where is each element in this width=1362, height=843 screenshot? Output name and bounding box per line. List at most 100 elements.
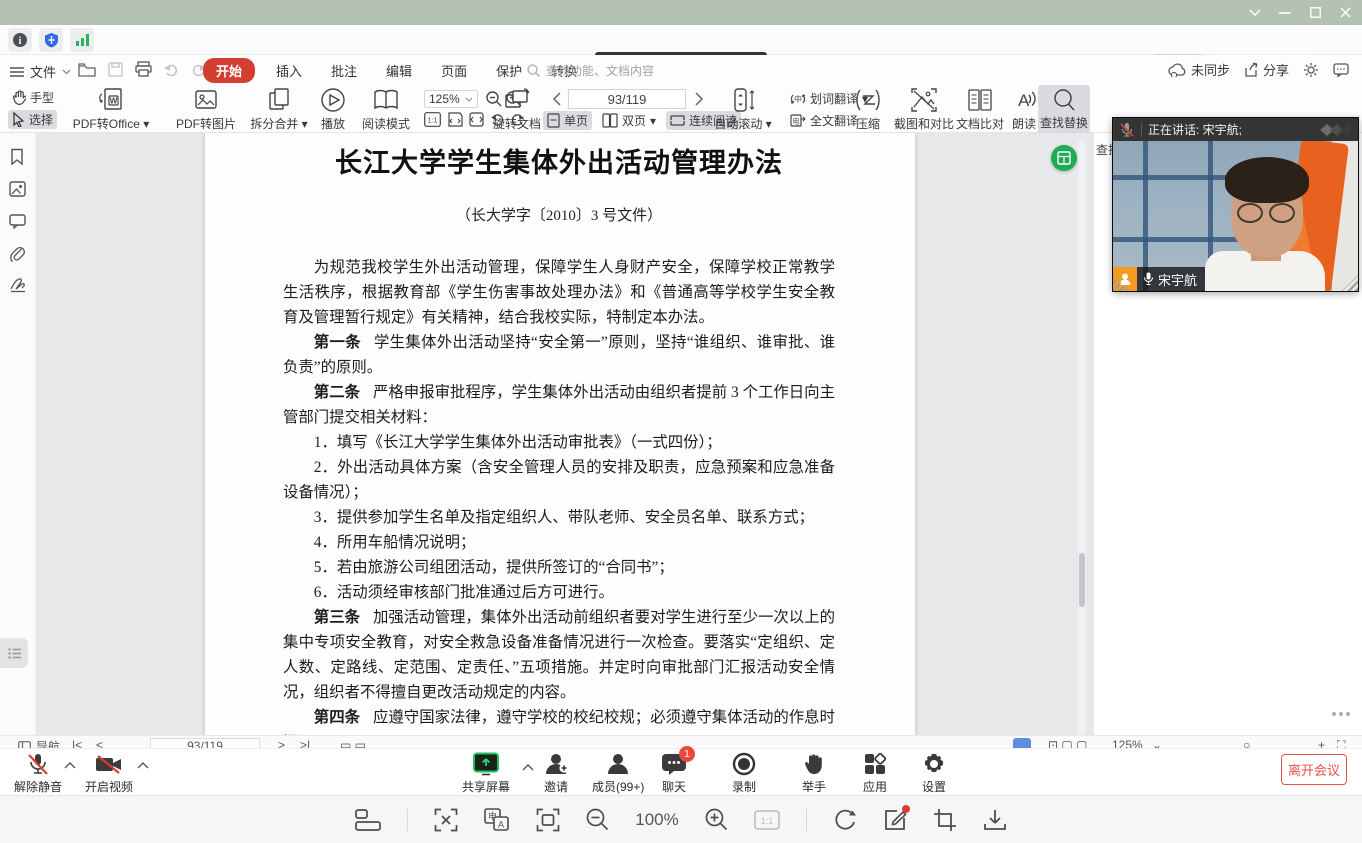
bookmark-icon[interactable] bbox=[9, 148, 25, 166]
share-options-chevron[interactable] bbox=[522, 764, 534, 771]
mic-options-chevron[interactable] bbox=[64, 762, 76, 769]
prev-page-icon[interactable] bbox=[552, 92, 562, 106]
next-page-icon[interactable] bbox=[694, 92, 704, 106]
thumbnail-image-icon[interactable] bbox=[9, 181, 26, 197]
video-panel-header[interactable]: 正在讲话: 宋宇航; bbox=[1113, 118, 1358, 141]
hand-tool[interactable]: 手型 bbox=[8, 88, 58, 107]
apps-button[interactable]: 应用 bbox=[863, 752, 887, 795]
rotate-doc-button[interactable]: 旋转文档 bbox=[488, 87, 546, 132]
zoom-out-icon[interactable] bbox=[586, 808, 609, 831]
network-signal-icon[interactable] bbox=[70, 28, 94, 52]
tab-edit[interactable]: 编辑 bbox=[378, 58, 420, 83]
chevron-down-icon[interactable] bbox=[62, 69, 71, 75]
select-tool[interactable]: 选择 bbox=[8, 110, 57, 129]
auto-scroll-button[interactable]: 自动滚动 ▾ bbox=[712, 87, 774, 132]
comment-icon[interactable] bbox=[9, 214, 26, 229]
doc-compare-button[interactable]: 文档比对 bbox=[952, 87, 1008, 132]
start-video-button[interactable]: 开启视频 bbox=[85, 753, 133, 795]
pdf-to-office-button[interactable]: W PDF转Office ▾ bbox=[70, 87, 152, 132]
close-icon[interactable] bbox=[1330, 0, 1360, 25]
leave-meeting-button[interactable]: 离开会议 bbox=[1281, 754, 1347, 785]
first-page-icon[interactable]: |< bbox=[72, 738, 82, 748]
settings-button[interactable]: 设置 bbox=[922, 752, 946, 795]
tab-protect[interactable]: 保护 bbox=[488, 58, 530, 83]
fit-page-icon[interactable] bbox=[468, 112, 485, 127]
video-options-chevron[interactable] bbox=[137, 762, 149, 769]
chevron-down-icon[interactable] bbox=[1240, 0, 1270, 25]
tab-comment[interactable]: 批注 bbox=[323, 58, 365, 83]
prev-page-status-icon[interactable]: < bbox=[96, 738, 103, 748]
edit-button[interactable] bbox=[883, 808, 907, 832]
document-canvas[interactable]: 长江大学学生集体外出活动管理办法 （长大学字〔2010〕3 号文件） 为规范我校… bbox=[36, 133, 1093, 735]
signature-icon[interactable] bbox=[9, 276, 27, 293]
rotate-icon[interactable] bbox=[833, 808, 857, 832]
members-button[interactable]: 成员(99+) bbox=[592, 752, 644, 795]
chat-button[interactable]: 1 聊天 bbox=[661, 752, 687, 795]
document-scrollbar[interactable] bbox=[1078, 141, 1086, 735]
docs-assistant-button[interactable] bbox=[1051, 145, 1077, 171]
fit-screen-icon[interactable] bbox=[536, 808, 560, 832]
status-magnifier-icon[interactable]: ○ bbox=[1243, 738, 1250, 748]
double-page-button[interactable]: 双页 ▾ bbox=[598, 111, 660, 130]
attachment-icon[interactable] bbox=[9, 245, 25, 262]
find-replace-button[interactable]: 查找替换 bbox=[1038, 85, 1090, 135]
read-aloud-button[interactable]: A 朗读 bbox=[1006, 87, 1042, 132]
participant-video[interactable]: 宋宇航 bbox=[1113, 141, 1358, 291]
print-icon[interactable] bbox=[135, 61, 152, 77]
view-mode-icons[interactable]: ▭ ▭ bbox=[340, 738, 366, 748]
pdf-to-image-button[interactable]: PDF转图片 bbox=[168, 87, 244, 132]
invite-button[interactable]: 邀请 bbox=[543, 752, 569, 795]
sync-status[interactable]: 未同步 bbox=[1168, 60, 1230, 79]
page-indicator-input[interactable]: 93/119 bbox=[568, 89, 686, 109]
save-icon[interactable] bbox=[108, 62, 123, 77]
status-zoom-dropdown[interactable]: ⌄ bbox=[1152, 738, 1162, 748]
tab-insert[interactable]: 插入 bbox=[268, 58, 310, 83]
hamburger-icon[interactable] bbox=[10, 67, 24, 77]
unmute-button[interactable]: 解除静音 bbox=[14, 753, 62, 795]
comment-bubble-icon[interactable] bbox=[1333, 63, 1349, 77]
pdf-page[interactable]: 长江大学学生集体外出活动管理办法 （长大学字〔2010〕3 号文件） 为规范我校… bbox=[205, 133, 915, 735]
meeting-info-icon[interactable]: i bbox=[8, 28, 32, 52]
viewer-zoom-level[interactable]: 100% bbox=[635, 810, 678, 830]
status-zoom-in-icon[interactable]: + bbox=[1318, 738, 1325, 748]
play-mode-icon[interactable] bbox=[1013, 738, 1031, 748]
status-page-indicator[interactable]: 93/119 bbox=[150, 738, 260, 748]
read-mode-button[interactable]: 阅读模式 bbox=[356, 87, 416, 132]
security-shield-icon[interactable] bbox=[39, 28, 63, 52]
status-view-icons[interactable]: ⊡ ▢ ▢ bbox=[1048, 738, 1087, 748]
menu-search[interactable]: 查找功能、文档内容 bbox=[527, 62, 654, 79]
play-button[interactable]: 播放 bbox=[314, 87, 352, 132]
tab-page[interactable]: 页面 bbox=[433, 58, 475, 83]
minimize-icon[interactable] bbox=[1270, 0, 1300, 25]
status-zoom-level[interactable]: 125% bbox=[1112, 738, 1143, 748]
raise-hand-button[interactable]: 举手 bbox=[802, 752, 826, 795]
open-folder-icon[interactable] bbox=[78, 62, 96, 77]
compress-button[interactable]: 压缩 bbox=[846, 87, 890, 132]
more-options-dots[interactable] bbox=[1332, 712, 1350, 716]
status-fullscreen-icon[interactable]: ⛶ bbox=[1337, 738, 1345, 748]
record-button[interactable]: 录制 bbox=[731, 752, 757, 795]
zoom-level-select[interactable]: 125% bbox=[424, 90, 478, 108]
tab-home[interactable]: 开始 bbox=[203, 58, 255, 83]
translate-image-icon[interactable]: 电A bbox=[484, 808, 510, 832]
scrollbar-thumb[interactable] bbox=[1079, 553, 1085, 607]
gear-icon[interactable] bbox=[1303, 62, 1319, 78]
screenshot-compare-button[interactable]: 截图和对比 bbox=[890, 87, 958, 132]
next-page-status-icon[interactable]: > bbox=[278, 738, 285, 748]
actual-size-icon[interactable]: 1:1 bbox=[424, 112, 441, 127]
participant-video-panel[interactable]: 正在讲话: 宋宇航; 宋宇航 bbox=[1113, 118, 1358, 291]
ocr-icon[interactable] bbox=[434, 808, 458, 832]
layout-grid-icon[interactable] bbox=[355, 809, 381, 831]
fit-width-icon[interactable] bbox=[446, 112, 463, 127]
share-screen-button[interactable]: 共享屏幕 bbox=[462, 752, 510, 795]
share-button[interactable]: 分享 bbox=[1244, 60, 1289, 79]
undo-icon[interactable] bbox=[164, 63, 179, 76]
outline-toggle-tab[interactable] bbox=[0, 638, 28, 668]
maximize-icon[interactable] bbox=[1300, 0, 1330, 25]
single-page-button[interactable]: 单页 bbox=[543, 111, 592, 130]
file-menu[interactable]: 文件 bbox=[28, 59, 58, 84]
download-icon[interactable] bbox=[983, 808, 1007, 832]
last-page-icon[interactable]: >| bbox=[300, 738, 310, 748]
crop-icon[interactable] bbox=[933, 808, 957, 832]
zoom-in-icon[interactable] bbox=[705, 808, 728, 831]
